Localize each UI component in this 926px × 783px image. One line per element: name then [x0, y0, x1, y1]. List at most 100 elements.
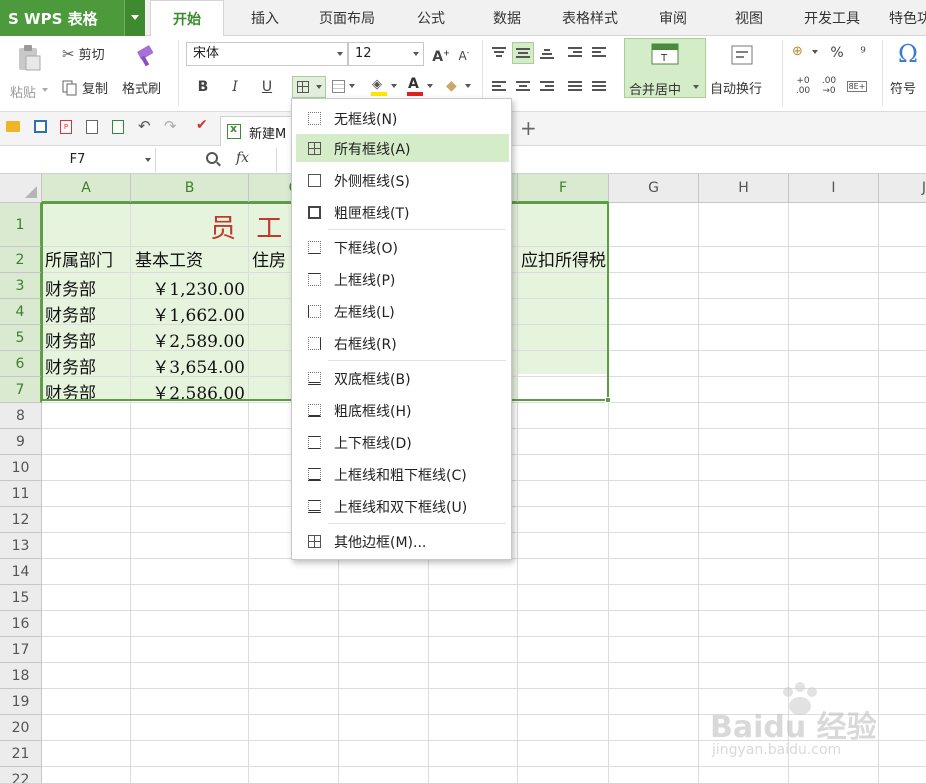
- copy-button[interactable]: 复制: [62, 78, 108, 97]
- print-icon[interactable]: [86, 120, 98, 134]
- export-pdf-icon[interactable]: P: [60, 120, 72, 134]
- border-menu-item-thick-bottom-border[interactable]: 粗底框线(H): [296, 396, 509, 424]
- document-tab[interactable]: 新建M: [220, 116, 300, 146]
- row-header-2[interactable]: 2: [0, 247, 42, 273]
- distributed-align-button[interactable]: [588, 76, 610, 98]
- border-menu-item-bottom-border[interactable]: 下框线(O): [296, 233, 509, 261]
- decrease-indent-button[interactable]: [564, 42, 586, 64]
- row-header-18[interactable]: 18: [0, 663, 42, 689]
- save-icon[interactable]: [34, 120, 47, 133]
- tab-review[interactable]: 审阅: [640, 0, 706, 36]
- row-header-17[interactable]: 17: [0, 637, 42, 663]
- redo-icon[interactable]: ↷: [164, 117, 177, 135]
- tab-formulas[interactable]: 公式: [398, 0, 464, 36]
- tab-data[interactable]: 数据: [474, 0, 540, 36]
- thousands-button[interactable]: ⁹: [852, 42, 874, 64]
- border-menu-item-top-border[interactable]: 上框线(P): [296, 265, 509, 293]
- row-header-19[interactable]: 19: [0, 689, 42, 715]
- cut-button[interactable]: ✂ 剪切: [62, 44, 105, 64]
- convert-format-button[interactable]: 8E+: [846, 76, 868, 98]
- tab-developer[interactable]: 开发工具: [790, 0, 874, 36]
- paste-dropdown-icon[interactable]: [42, 88, 48, 95]
- tab-insert[interactable]: 插入: [232, 0, 298, 36]
- align-left-button[interactable]: [488, 76, 510, 98]
- row-header-16[interactable]: 16: [0, 611, 42, 637]
- border-menu-item-left-border[interactable]: 左框线(L): [296, 297, 509, 325]
- row-header-9[interactable]: 9: [0, 429, 42, 455]
- row-header-20[interactable]: 20: [0, 715, 42, 741]
- number-format-button[interactable]: ⊕: [790, 42, 822, 64]
- tab-table-style[interactable]: 表格样式: [550, 0, 630, 36]
- clear-format-button[interactable]: ◆: [442, 76, 474, 98]
- tab-view[interactable]: 视图: [716, 0, 782, 36]
- align-center-button[interactable]: [512, 76, 534, 98]
- border-button[interactable]: [292, 76, 326, 98]
- insert-function-button[interactable]: fx: [236, 150, 249, 166]
- row-header-13[interactable]: 13: [0, 533, 42, 559]
- paste-button[interactable]: 粘贴: [6, 42, 50, 106]
- font-color-button[interactable]: A: [404, 76, 436, 98]
- row-header-8[interactable]: 8: [0, 403, 42, 429]
- row-header-1[interactable]: 1: [0, 203, 42, 247]
- border-menu-item-top-bottom-border[interactable]: 上下框线(D): [296, 428, 509, 456]
- print-preview-icon[interactable]: [112, 120, 124, 134]
- merge-center-button[interactable]: T 合并居中: [624, 38, 706, 98]
- wrap-text-button[interactable]: 自动换行: [708, 38, 778, 98]
- border-menu-item-thick-box-border[interactable]: 粗匣框线(T): [296, 198, 509, 226]
- border-menu-item-all-borders[interactable]: 所有框线(A): [296, 134, 509, 162]
- column-header-b[interactable]: B: [131, 174, 249, 203]
- column-header-h[interactable]: H: [699, 174, 789, 203]
- app-menu-button[interactable]: S WPS 表格: [0, 0, 145, 36]
- select-all-corner[interactable]: [0, 174, 42, 203]
- increase-decimal-button[interactable]: +0.00: [792, 76, 814, 98]
- decrease-font-button[interactable]: A-: [453, 42, 475, 64]
- row-header-21[interactable]: 21: [0, 741, 42, 767]
- italic-button[interactable]: I: [224, 76, 246, 98]
- row-header-15[interactable]: 15: [0, 585, 42, 611]
- border-menu-item-right-border[interactable]: 右框线(R): [296, 329, 509, 357]
- border-menu-item-outside-borders[interactable]: 外侧框线(S): [296, 166, 509, 194]
- bold-button[interactable]: B: [192, 76, 214, 98]
- column-header-a[interactable]: A: [42, 174, 131, 203]
- border-menu-item-top-double-bottom-border[interactable]: 上框线和双下框线(U): [296, 492, 509, 520]
- row-header-6[interactable]: 6: [0, 351, 42, 377]
- column-header-g[interactable]: G: [609, 174, 699, 203]
- tab-page-layout[interactable]: 页面布局: [304, 0, 390, 36]
- align-middle-button[interactable]: [512, 42, 534, 64]
- fill-handle[interactable]: [605, 397, 611, 403]
- column-header-i[interactable]: I: [789, 174, 879, 203]
- font-size-select[interactable]: 12: [348, 42, 424, 66]
- increase-font-button[interactable]: A+: [430, 42, 452, 65]
- new-tab-button[interactable]: +: [520, 116, 537, 140]
- border-menu-item-more-borders[interactable]: 其他边框(M)...: [296, 527, 509, 555]
- cell-style-button[interactable]: [330, 76, 360, 98]
- align-right-button[interactable]: [536, 76, 558, 98]
- align-top-button[interactable]: [488, 42, 510, 64]
- row-header-10[interactable]: 10: [0, 455, 42, 481]
- symbol-button[interactable]: Ω 符号: [888, 38, 926, 98]
- app-menu-dropdown-icon[interactable]: [124, 0, 145, 36]
- column-header-j[interactable]: J: [879, 174, 926, 203]
- row-header-11[interactable]: 11: [0, 481, 42, 507]
- decrease-decimal-button[interactable]: .00 →0: [818, 76, 840, 98]
- open-icon[interactable]: [6, 121, 20, 132]
- customize-toolbar-icon[interactable]: ✔: [196, 117, 208, 133]
- tab-home[interactable]: 开始: [150, 0, 224, 37]
- row-header-4[interactable]: 4: [0, 299, 42, 325]
- row-header-7[interactable]: 7: [0, 377, 42, 403]
- format-painter-button[interactable]: 格式刷: [120, 42, 170, 102]
- percent-button[interactable]: %: [826, 42, 848, 64]
- increase-indent-button[interactable]: [588, 42, 610, 64]
- row-header-12[interactable]: 12: [0, 507, 42, 533]
- font-name-select[interactable]: 宋体: [186, 42, 348, 66]
- row-header-22[interactable]: 22: [0, 767, 42, 783]
- row-header-3[interactable]: 3: [0, 273, 42, 299]
- search-icon[interactable]: [206, 152, 218, 164]
- tab-special[interactable]: 特色功: [880, 0, 926, 36]
- border-menu-item-no-border[interactable]: 无框线(N): [296, 104, 509, 132]
- row-header-14[interactable]: 14: [0, 559, 42, 585]
- name-box[interactable]: F7: [0, 148, 156, 172]
- fill-color-button[interactable]: ◈: [368, 76, 400, 98]
- underline-button[interactable]: U: [256, 76, 278, 98]
- align-bottom-button[interactable]: [536, 42, 558, 64]
